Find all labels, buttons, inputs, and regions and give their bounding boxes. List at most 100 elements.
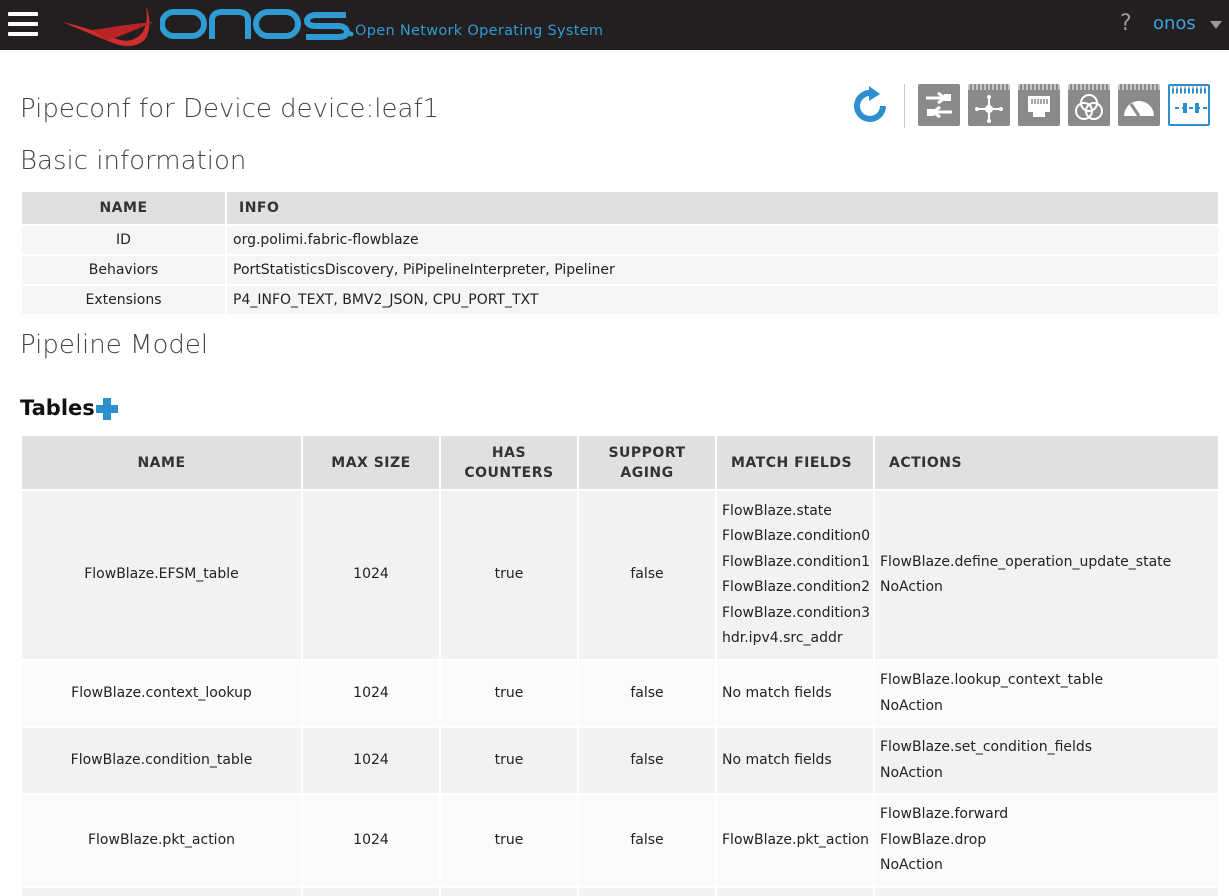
actions-cell	[875, 888, 1218, 896]
action-item: NoAction	[880, 697, 943, 714]
action-item: FlowBlaze.define_operation_update_state	[880, 553, 1172, 570]
brand-subtitle: Open Network Operating System	[355, 23, 604, 39]
column-header-name[interactable]: NAME	[22, 192, 225, 224]
support-aging-cell: false	[579, 795, 715, 886]
table-row[interactable]: FlowBlaze.condition_table 1024 true fals…	[22, 728, 1218, 793]
page-title: Pipeconf for Device device:leaf1	[20, 94, 440, 124]
devices-nav-button[interactable]	[918, 84, 960, 126]
pipeconf-nav-button[interactable]	[1168, 84, 1210, 126]
onos-wordmark	[160, 9, 354, 40]
has-counters-cell: true	[441, 491, 577, 659]
max-size-cell: 1024	[303, 661, 439, 726]
table-row[interactable]: FlowBlaze.pkt_action 1024 true false Flo…	[22, 795, 1218, 886]
tables-heading: Tables	[20, 396, 95, 420]
match-field: FlowBlaze.condition3	[722, 604, 871, 621]
action-item: NoAction	[880, 579, 943, 595]
max-size-cell: 1024	[303, 728, 439, 793]
table-name-cell: FlowBlaze.condition_table	[22, 728, 301, 793]
action-item: FlowBlaze.drop	[880, 831, 987, 848]
has-counters-cell: true	[441, 728, 577, 793]
support-aging-cell: false	[579, 728, 715, 793]
groups-circles-icon	[1075, 94, 1103, 120]
table-name-cell: FlowBlaze.pkt_action	[22, 795, 301, 886]
table-name-cell	[22, 888, 301, 896]
match-field: FlowBlaze.pkt_action	[722, 831, 870, 848]
onos-bird-logo-icon	[62, 6, 154, 46]
menu-icon[interactable]	[8, 12, 38, 36]
column-header-line: SUPPORT	[608, 444, 686, 461]
column-header-support-aging[interactable]: SUPPORT AGING	[579, 436, 715, 489]
column-header-has-counters[interactable]: HAS COUNTERS	[441, 436, 577, 489]
max-size-cell	[303, 888, 439, 896]
match-fields-cell: FlowBlaze.state FlowBlaze.condition0 Flo…	[717, 491, 873, 659]
match-fields-cell: No match fields	[717, 728, 873, 793]
refresh-icon[interactable]	[850, 86, 890, 126]
table-row: ID org.polimi.fabric-flowblaze	[22, 226, 1218, 254]
match-fields-cell: FlowBlaze.pkt_action	[717, 795, 873, 886]
match-field: hdr.ipv4.src_addr	[722, 630, 843, 646]
table-name-cell: FlowBlaze.context_lookup	[22, 661, 301, 726]
user-dropdown-caret-icon[interactable]	[1210, 21, 1222, 29]
action-item: NoAction	[880, 764, 943, 781]
match-field: FlowBlaze.state	[722, 502, 832, 519]
action-item: FlowBlaze.lookup_context_table	[880, 672, 1104, 688]
support-aging-cell: false	[579, 661, 715, 726]
actions-cell: FlowBlaze.forward FlowBlaze.drop NoActio…	[875, 795, 1218, 886]
toolbar-divider	[904, 84, 905, 128]
column-header-info[interactable]: INFO	[227, 192, 1218, 224]
column-header-actions[interactable]: ACTIONS	[875, 436, 1218, 489]
meters-nav-button[interactable]	[1118, 84, 1160, 126]
column-header-max-size[interactable]: MAX SIZE	[303, 436, 439, 489]
column-header-name[interactable]: NAME	[22, 436, 301, 489]
groups-nav-button[interactable]	[1068, 84, 1110, 126]
info-name-cell: Extensions	[22, 286, 225, 314]
has-counters-cell	[441, 888, 577, 896]
top-navigation-bar: Open Network Operating System ? onos	[0, 0, 1229, 50]
match-fields-cell	[717, 888, 873, 896]
actions-cell: FlowBlaze.set_condition_fields NoAction	[875, 728, 1218, 793]
column-header-match-fields[interactable]: MATCH FIELDS	[717, 436, 873, 489]
user-menu[interactable]: onos	[1153, 13, 1196, 34]
table-row[interactable]: FlowBlaze.context_lookup 1024 true false…	[22, 661, 1218, 726]
table-name-cell: FlowBlaze.EFSM_table	[22, 491, 301, 659]
meter-gauge-icon	[1124, 101, 1154, 117]
actions-cell: FlowBlaze.lookup_context_table NoAction	[875, 661, 1218, 726]
flows-nav-button[interactable]	[968, 84, 1010, 126]
basic-information-table: NAME INFO ID org.polimi.fabric-flowblaze…	[20, 190, 1220, 316]
match-field: No match fields	[722, 751, 832, 768]
pipeline-icon	[1172, 88, 1210, 113]
column-header-line: HAS	[491, 444, 527, 461]
max-size-cell: 1024	[303, 491, 439, 659]
action-item: FlowBlaze.forward	[880, 806, 1009, 823]
match-fields-cell: No match fields	[717, 661, 873, 726]
has-counters-cell: true	[441, 661, 577, 726]
swap-arrows-icon	[926, 91, 952, 119]
pipeline-model-heading: Pipeline Model	[20, 330, 209, 360]
info-name-cell: ID	[22, 226, 225, 254]
table-row: Behaviors PortStatisticsDiscovery, PiPip…	[22, 256, 1218, 284]
help-icon[interactable]: ?	[1120, 11, 1132, 36]
info-value-cell: P4_INFO_TEXT, BMV2_JSON, CPU_PORT_TXT	[227, 286, 1218, 314]
info-value-cell: PortStatisticsDiscovery, PiPipelineInter…	[227, 256, 1218, 284]
action-item: NoAction	[880, 857, 943, 874]
has-counters-cell: true	[441, 795, 577, 886]
table-row-partial[interactable]	[22, 888, 1218, 896]
actions-cell: FlowBlaze.define_operation_update_state …	[875, 491, 1218, 659]
ports-nav-button[interactable]	[1018, 84, 1060, 126]
max-size-cell: 1024	[303, 795, 439, 886]
action-item: FlowBlaze.set_condition_fields	[880, 739, 1093, 755]
column-header-line: COUNTERS	[464, 464, 554, 481]
info-value-cell: org.polimi.fabric-flowblaze	[227, 226, 1218, 254]
match-field: No match fields	[722, 684, 832, 701]
info-name-cell: Behaviors	[22, 256, 225, 284]
table-row[interactable]: FlowBlaze.EFSM_table 1024 true false Flo…	[22, 491, 1218, 659]
match-field: FlowBlaze.condition2	[722, 579, 871, 595]
plus-icon[interactable]	[96, 398, 118, 420]
basic-information-heading: Basic information	[20, 146, 247, 176]
pipeline-tables-table: NAME MAX SIZE HAS COUNTERS SUPPORT AGING…	[20, 434, 1220, 896]
table-row: Extensions P4_INFO_TEXT, BMV2_JSON, CPU_…	[22, 286, 1218, 314]
support-aging-cell: false	[579, 491, 715, 659]
match-field: FlowBlaze.condition0	[722, 528, 871, 544]
column-header-line: AGING	[620, 464, 674, 481]
ethernet-port-icon	[1028, 96, 1050, 117]
